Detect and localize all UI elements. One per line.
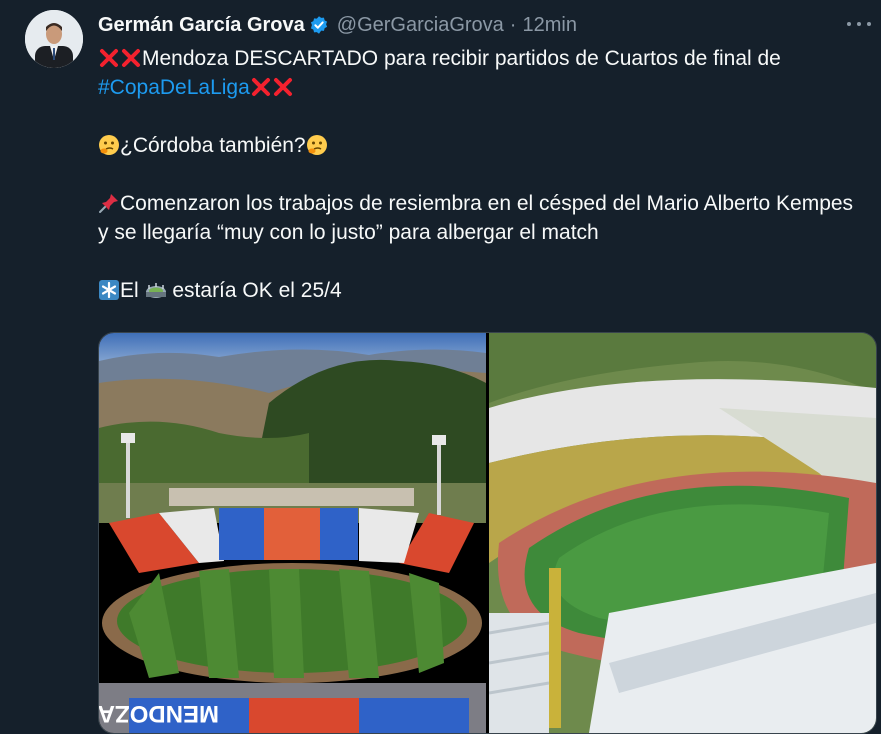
kempes-stadium-photo[interactable] (489, 333, 876, 733)
more-options-icon[interactable] (847, 14, 871, 34)
tweet-line-3: Comenzaron los trabajos de resiembra en … (98, 189, 868, 247)
verified-badge-icon (310, 16, 327, 34)
tweet[interactable]: Germán García Grova @GerGarciaGrova · 12… (0, 0, 881, 734)
separator-dot: · (509, 13, 517, 36)
tweet-line-4: El estaría OK el 25/4 (98, 276, 868, 305)
cross-emoji-icon (122, 49, 140, 67)
author-handle[interactable]: @GerGarciaGrova (337, 14, 504, 37)
timestamp[interactable]: 12min (522, 14, 576, 37)
tweet-footer-start: El (120, 279, 139, 302)
author-name[interactable]: Germán García Grova (98, 14, 305, 37)
asterisk-emoji-icon (99, 280, 119, 300)
stadium-emoji-icon (145, 283, 166, 298)
tweet-question: ¿Córdoba también? (120, 134, 306, 157)
thinking-emoji-icon (306, 135, 327, 155)
hashtag-link[interactable]: #CopaDeLaLiga (98, 76, 250, 99)
mendoza-stadium-photo[interactable]: MENDOZA (99, 333, 486, 733)
pushpin-emoji-icon (99, 194, 118, 213)
tweet-header: Germán García Grova @GerGarciaGrova · 12… (98, 10, 577, 40)
tweet-line-1: Mendoza DESCARTADO para recibir partidos… (98, 44, 868, 102)
tweet-text: Mendoza DESCARTADO para recibir partidos… (98, 44, 868, 305)
media-grid[interactable]: MENDOZA (98, 332, 877, 734)
tweet-headline: Mendoza DESCARTADO para recibir partidos… (142, 47, 781, 70)
cross-emoji-icon (100, 49, 118, 67)
avatar[interactable] (25, 10, 83, 68)
tweet-body: Comenzaron los trabajos de resiembra en … (98, 192, 854, 244)
thinking-emoji-icon (99, 135, 119, 155)
cross-emoji-icon (251, 78, 270, 96)
tweet-footer-end: estaría OK el 25/4 (172, 279, 342, 302)
tweet-line-2: ¿Córdoba también? (98, 131, 868, 160)
cross-emoji-icon (273, 78, 292, 96)
stadium-sign-text: MENDOZA (99, 700, 219, 727)
